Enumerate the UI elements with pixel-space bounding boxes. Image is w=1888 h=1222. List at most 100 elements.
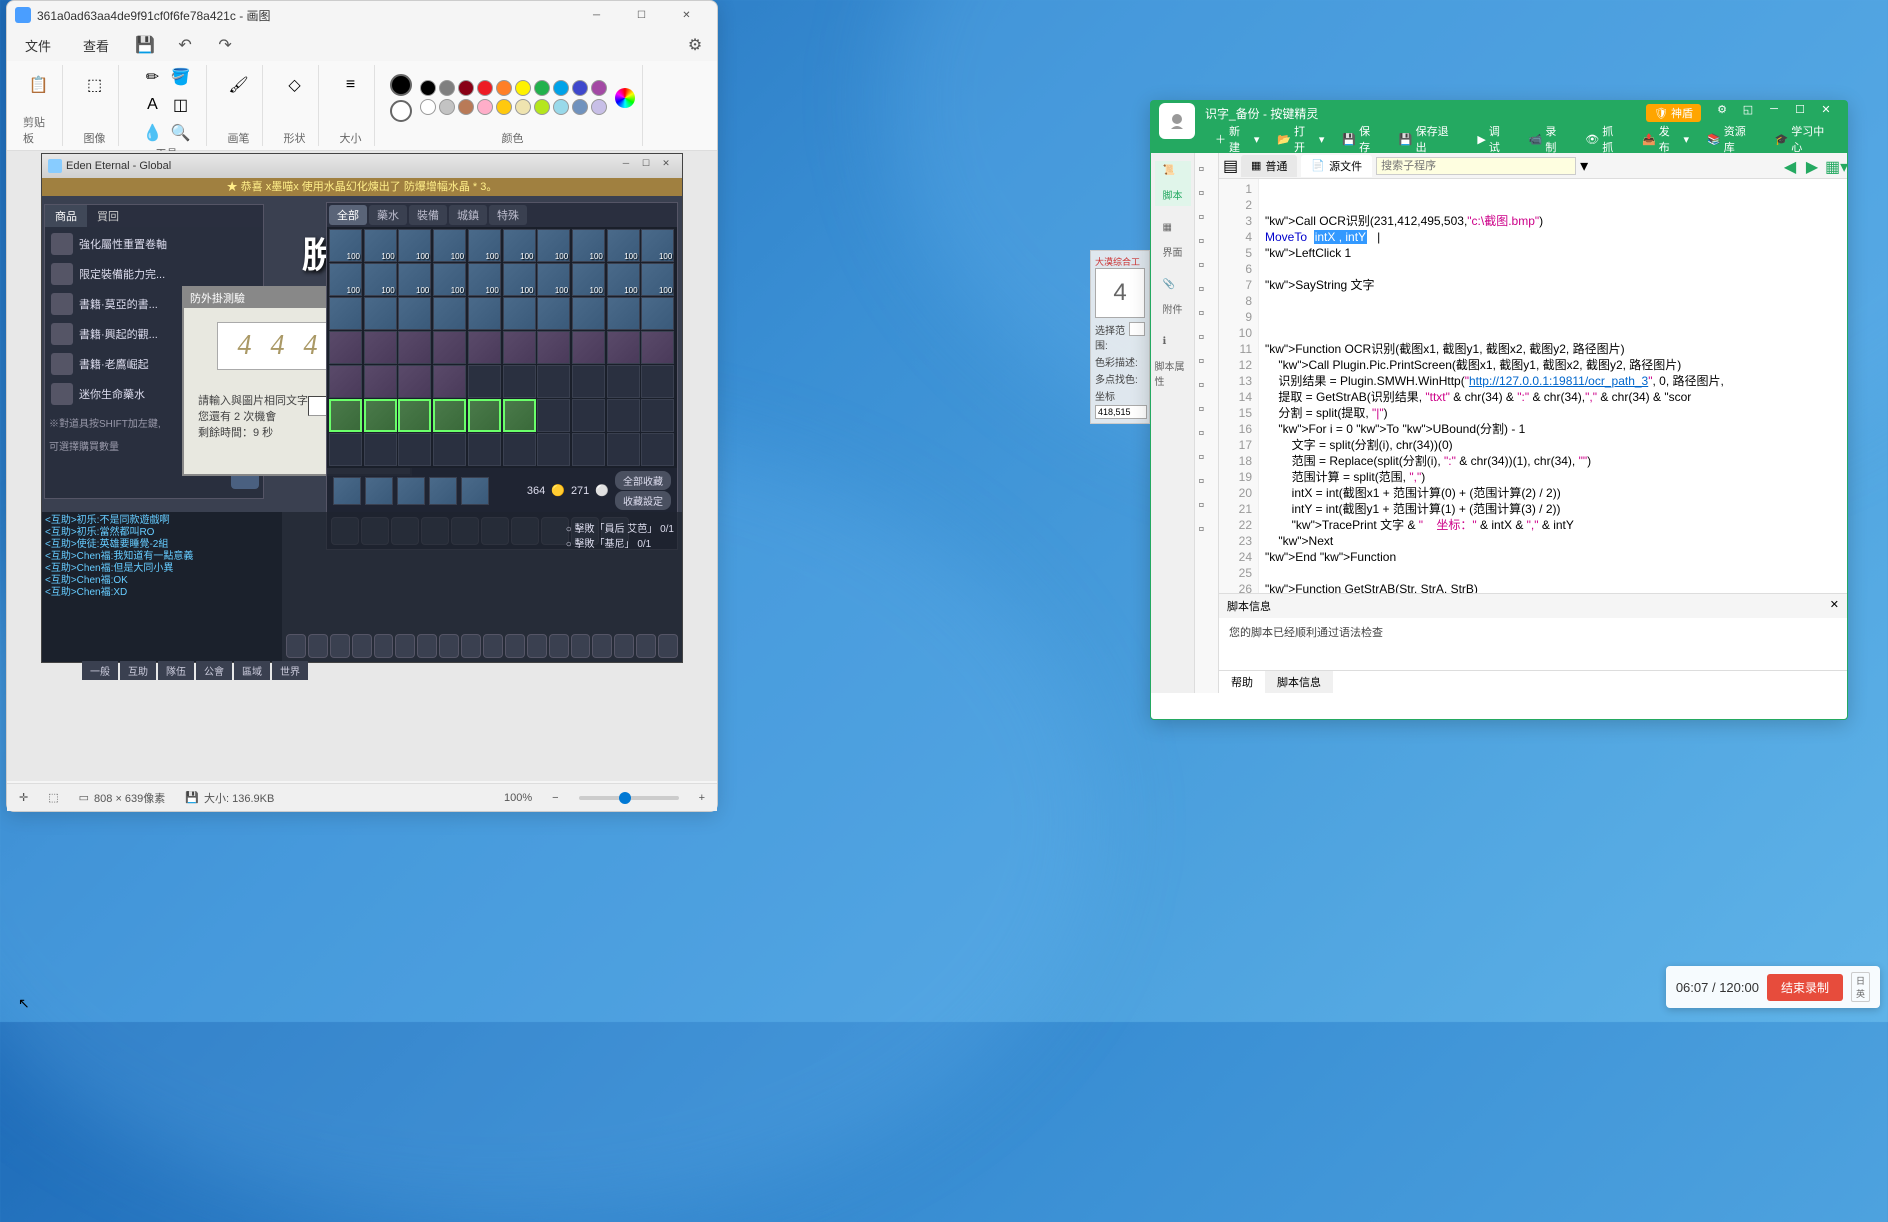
color-swatch[interactable] (477, 99, 493, 115)
inventory-slot[interactable] (641, 331, 674, 364)
inventory-slot[interactable]: 100 (607, 263, 640, 296)
color-swatch[interactable] (534, 80, 550, 96)
inventory-slot[interactable]: 100 (364, 263, 397, 296)
tab-source[interactable]: 📄源文件 (1301, 155, 1372, 177)
action-slot[interactable] (549, 634, 569, 658)
zoom-out[interactable]: − (552, 792, 558, 804)
inventory-slot[interactable]: 100 (398, 263, 431, 296)
inventory-slot[interactable] (607, 365, 640, 398)
inventory-slot[interactable]: 100 (572, 229, 605, 262)
chat-channel-tab[interactable]: 公會 (196, 661, 232, 680)
inventory-slot[interactable] (468, 297, 501, 330)
ime-indicator[interactable]: 日英 (1851, 972, 1870, 1002)
inventory-slot[interactable] (364, 297, 397, 330)
action-slot[interactable] (614, 634, 634, 658)
nav-menu[interactable]: ▦▾ (1825, 157, 1843, 175)
action-slot[interactable] (286, 634, 306, 658)
inventory-slot[interactable] (329, 365, 362, 398)
sidebar-tool[interactable]: ▫ (1199, 401, 1215, 417)
sidebar-tool[interactable]: ▫ (1199, 233, 1215, 249)
action-slot[interactable] (658, 634, 678, 658)
inventory-slot[interactable] (329, 399, 362, 432)
sidebar-tool[interactable]: ▫ (1199, 377, 1215, 393)
inventory-slot[interactable]: 100 (641, 229, 674, 262)
shop-item[interactable]: 限定裝備能力完... (47, 259, 261, 289)
action-slot[interactable] (527, 634, 547, 658)
color-swatch[interactable] (572, 99, 588, 115)
action-slot[interactable] (352, 634, 372, 658)
inv-tab[interactable]: 特殊 (489, 205, 527, 225)
action-slot[interactable] (592, 634, 612, 658)
inventory-slot[interactable]: 100 (398, 229, 431, 262)
sidebar-tool[interactable]: ▫ (1199, 497, 1215, 513)
coords-input[interactable] (1095, 405, 1147, 419)
inventory-slot[interactable] (364, 399, 397, 432)
sidebar-tool[interactable]: ▫ (1199, 185, 1215, 201)
nav-ui[interactable]: ▦界面 (1155, 218, 1191, 263)
size-button[interactable]: ≡ (331, 65, 371, 105)
action-slot[interactable] (330, 634, 350, 658)
code-line[interactable]: "kw">Call Plugin.Pic.PrintScreen(截图x1, 截… (1265, 357, 1841, 373)
inventory-slot[interactable] (503, 331, 536, 364)
quick-slot[interactable] (429, 477, 457, 505)
inv-tab[interactable]: 全部 (329, 205, 367, 225)
inventory-slot[interactable] (607, 433, 640, 466)
inventory-slot[interactable] (503, 399, 536, 432)
script-info-tab[interactable]: 脚本信息 (1265, 671, 1333, 693)
undo-icon[interactable]: ↶ (171, 31, 199, 59)
inventory-slot[interactable] (398, 399, 431, 432)
chat-channel-tab[interactable]: 隊伍 (158, 661, 194, 680)
code-line[interactable]: "kw">SayString 文字 (1265, 277, 1841, 293)
collect-all-button[interactable]: 全部收藏 (615, 471, 671, 490)
game-minimize[interactable]: ─ (616, 158, 636, 174)
action-slot[interactable] (439, 634, 459, 658)
color-swatch[interactable] (534, 99, 550, 115)
color-swatch[interactable] (553, 99, 569, 115)
maximize-button[interactable]: ☐ (619, 1, 664, 29)
inventory-slot[interactable] (364, 433, 397, 466)
redo-icon[interactable]: ↷ (211, 31, 239, 59)
code-line[interactable] (1265, 309, 1841, 325)
inventory-slot[interactable] (329, 433, 362, 466)
inventory-slot[interactable] (468, 331, 501, 364)
code-line[interactable]: "kw">TracePrint 文字 & " 坐标：" & intX & ","… (1265, 517, 1841, 533)
inventory-slot[interactable] (433, 399, 466, 432)
code-line[interactable]: 范围 = Replace(split(分割(i), ":" & chr(34))… (1265, 453, 1841, 469)
color-swatch[interactable] (420, 99, 436, 115)
sidebar-tool[interactable]: ▫ (1199, 305, 1215, 321)
inventory-slot[interactable] (537, 331, 570, 364)
inventory-slot[interactable] (572, 297, 605, 330)
action-slot[interactable] (636, 634, 656, 658)
color-swatch[interactable] (420, 80, 436, 96)
range-input[interactable] (1129, 322, 1145, 336)
inventory-slot[interactable] (364, 331, 397, 364)
code-editor[interactable]: 1234567891011121314151617181920212223242… (1219, 179, 1847, 593)
sidebar-tool[interactable]: ▫ (1199, 353, 1215, 369)
code-line[interactable]: "kw">For i = 0 "kw">To "kw">UBound(分割) -… (1265, 421, 1841, 437)
brush-button[interactable]: 🖌 (219, 65, 259, 105)
inventory-slot[interactable] (641, 365, 674, 398)
inventory-slot[interactable] (468, 365, 501, 398)
search-input[interactable] (1376, 157, 1576, 175)
inventory-slot[interactable] (329, 297, 362, 330)
inventory-slot[interactable] (641, 297, 674, 330)
action-slot[interactable] (571, 634, 591, 658)
inventory-slot[interactable] (398, 331, 431, 364)
inventory-slot[interactable]: 100 (364, 229, 397, 262)
action-slot[interactable] (395, 634, 415, 658)
code-line[interactable] (1265, 293, 1841, 309)
collect-settings-button[interactable]: 收藏設定 (615, 491, 671, 510)
color-swatch[interactable] (553, 80, 569, 96)
color-swatch[interactable] (496, 99, 512, 115)
search-dropdown[interactable]: ▾ (1580, 156, 1588, 176)
sidebar-tool[interactable]: ▫ (1199, 161, 1215, 177)
inventory-slot[interactable] (468, 399, 501, 432)
code-line[interactable]: "kw">Function OCR识别(截图x1, 截图y1, 截图x2, 截图… (1265, 341, 1841, 357)
code-line[interactable] (1265, 261, 1841, 277)
inventory-slot[interactable]: 100 (641, 263, 674, 296)
action-slot[interactable] (483, 634, 503, 658)
inventory-slot[interactable]: 100 (433, 263, 466, 296)
minimize-button[interactable]: ─ (574, 1, 619, 29)
code-line[interactable]: intX = int(截图x1 + 范围计算(0) + (范围计算(2) / 2… (1265, 485, 1841, 501)
select-button[interactable]: ⬚ (75, 65, 115, 105)
